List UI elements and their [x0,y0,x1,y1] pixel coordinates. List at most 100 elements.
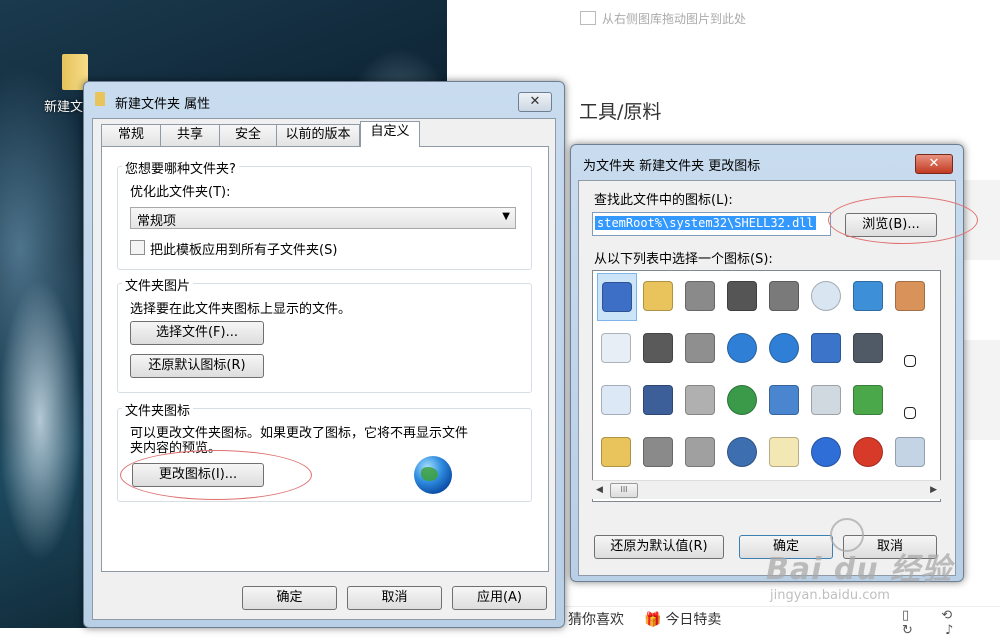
drop-hint-text: 从右侧图库拖动图片到此处 [602,12,747,26]
folder-icon-glyph [643,281,673,311]
power-icon[interactable] [849,433,887,471]
properties-close-button[interactable]: ✕ [518,92,552,112]
recycle-bin-icon-glyph [895,437,925,467]
tab-previous-versions[interactable]: 以前的版本 [276,124,360,146]
today-deals-label: 今日特卖 [665,612,722,628]
power-icon-glyph [853,437,883,467]
folder-type-group-title: 您想要哪种文件夹? [122,158,239,177]
tab-sharing[interactable]: 共享 [160,124,220,146]
window-icon[interactable] [849,277,887,315]
globe-icon-glyph [727,333,757,363]
today-deals-link[interactable]: 🎁 今日特卖 [644,609,721,629]
tab-general[interactable]: 常规 [101,124,161,146]
green-arrow-icon[interactable] [849,381,887,419]
control-panel-icon-glyph [811,333,841,363]
folder-icon-2-glyph [601,437,631,467]
folder-picture-group-title: 文件夹图片 [122,275,194,294]
search-icon[interactable] [807,381,845,419]
restore-default-icon-button[interactable]: 还原默认图标(R) [130,354,264,378]
blank-window-icon[interactable] [597,381,635,419]
folder-icon[interactable] [639,277,677,315]
network-globe-icon[interactable] [765,329,803,367]
projector-icon[interactable] [849,329,887,367]
server-icon[interactable] [681,329,719,367]
green-arrow-icon-glyph [853,385,883,415]
icon-file-path-input[interactable]: stemRoot%\system32\SHELL32.dll [592,212,831,236]
watermark-brand: Bai du 经验 [766,552,953,587]
tab-security[interactable]: 安全 [219,124,277,146]
folder-icon-group-title: 文件夹图标 [122,400,194,419]
power-small-icon[interactable] [891,381,929,419]
chip-icon[interactable] [723,277,761,315]
drive-icon[interactable] [681,277,719,315]
document-icon-glyph [601,333,631,363]
choose-file-button[interactable]: 选择文件(F)... [130,321,264,345]
clock-icon[interactable] [807,277,845,315]
cancel-button[interactable]: 取消 [347,586,442,610]
gift-icon: 🎁 [644,612,662,628]
cd-drive-icon[interactable] [681,433,719,471]
folder-title-icon [95,92,105,106]
control-panel-icon[interactable] [807,329,845,367]
icon-list[interactable] [592,270,941,502]
scroll-thumb[interactable]: III [610,483,638,498]
projector-icon-glyph [853,333,883,363]
ok-button[interactable]: 确定 [242,586,337,610]
server-icon-glyph [685,333,715,363]
printer-network-icon[interactable] [639,329,677,367]
globe-icon[interactable] [723,329,761,367]
clock-icon-glyph [811,281,841,311]
hand-icon[interactable] [891,277,929,315]
folder-picture-desc: 选择要在此文件夹图标上显示的文件。 [130,302,352,317]
printer-icon[interactable] [765,277,803,315]
guess-you-like-link[interactable]: 猜你喜欢 [568,609,624,629]
window-icon-glyph [853,281,883,311]
network-globe-icon-glyph [769,333,799,363]
change-icon-close-button[interactable]: ✕ [915,154,953,174]
help-icon[interactable] [807,433,845,471]
side-panel-block [964,340,1000,440]
document-icon[interactable] [597,329,635,367]
icon-list-scrollbar[interactable]: ◀ III ▶ [592,480,941,499]
document-grid-icon-glyph [769,437,799,467]
highlight-circle [828,196,978,244]
printer-icon-glyph [769,281,799,311]
drive-icon-glyph [685,281,715,311]
calendar-doc-icon[interactable] [597,273,637,321]
floppy-icon[interactable] [639,381,677,419]
recycle-bin-icon[interactable] [891,433,929,471]
folder-icon-2[interactable] [597,433,635,471]
restore-default-button[interactable]: 还原为默认值(R) [594,535,724,559]
optimize-label: 优化此文件夹(T): [130,185,231,200]
monitor-globe-icon-glyph [727,437,757,467]
desktop-folder-label: 新建文 [44,100,84,115]
cd-drive-icon-glyph [685,437,715,467]
network-icon[interactable] [765,381,803,419]
monitor-globe-icon[interactable] [723,433,761,471]
hand-icon-glyph [895,281,925,311]
bottom-toolbar-icons[interactable]: ▯ ⟲ ↻ ♪ [902,608,1000,638]
scroll-right-icon[interactable]: ▶ [930,481,937,499]
change-icon-title: 为文件夹 新建文件夹 更改图标 [583,159,761,174]
image-drop-hint: 从右侧图库拖动图片到此处 [580,10,746,27]
highlight-circle [120,450,312,500]
document-grid-icon[interactable] [765,433,803,471]
scroll-left-icon[interactable]: ◀ [596,481,603,499]
drive-delete-icon[interactable] [681,381,719,419]
search-icon-glyph [811,385,841,415]
tab-customize[interactable]: 自定义 [360,121,420,147]
shortcut-arrow-icon-glyph [904,355,916,367]
hard-drive-icon[interactable] [639,433,677,471]
icon-file-path-value: stemRoot%\system32\SHELL32.dll [595,216,816,230]
tools-heading: 工具/原料 [579,101,662,123]
help-icon-glyph [811,437,841,467]
find-icon-label: 查找此文件中的图标(L): [594,193,733,208]
optimize-dropdown[interactable]: 常规项 ▼ [130,207,516,229]
apply-button[interactable]: 应用(A) [452,586,547,610]
apply-subfolders-checkbox[interactable] [130,240,145,255]
image-icon [580,11,596,25]
power-small-icon-glyph [904,407,916,419]
shortcut-arrow-icon[interactable] [891,329,929,367]
globe-mouse-icon[interactable] [723,381,761,419]
apply-subfolders-label: 把此模板应用到所有子文件夹(S) [150,243,338,258]
